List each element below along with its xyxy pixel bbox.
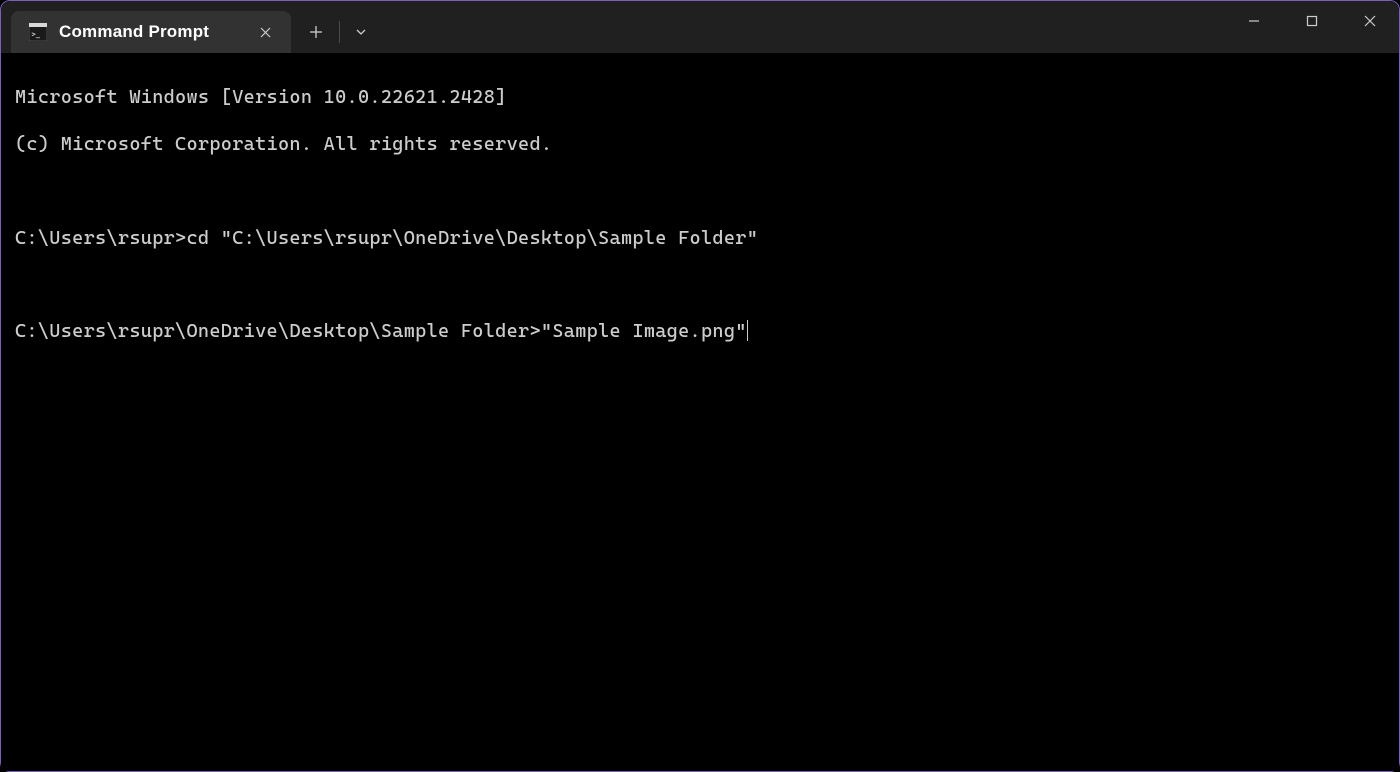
tab-dropdown-button[interactable] bbox=[342, 11, 380, 53]
text-cursor-icon bbox=[747, 320, 748, 341]
command-prompt-icon: >_ bbox=[29, 23, 47, 41]
active-tab[interactable]: >_ Command Prompt bbox=[11, 11, 291, 53]
terminal-current-input: "Sample Image.png" bbox=[541, 320, 747, 343]
new-tab-button[interactable] bbox=[295, 11, 337, 53]
terminal-output[interactable]: Microsoft Windows [Version 10.0.22621.24… bbox=[1, 53, 1399, 771]
svg-text:>_: >_ bbox=[32, 31, 41, 39]
maximize-button[interactable] bbox=[1283, 1, 1341, 41]
terminal-line-copyright: (c) Microsoft Corporation. All rights re… bbox=[15, 133, 1385, 156]
divider bbox=[339, 21, 340, 43]
tab-controls bbox=[295, 11, 380, 53]
terminal-prompt: C:\Users\rsupr\OneDrive\Desktop\Sample F… bbox=[15, 320, 541, 343]
tab-title: Command Prompt bbox=[59, 22, 241, 42]
tab-close-button[interactable] bbox=[253, 20, 277, 44]
window-close-button[interactable] bbox=[1341, 1, 1399, 41]
window-controls bbox=[1225, 1, 1399, 53]
titlebar: >_ Command Prompt bbox=[1, 1, 1399, 53]
terminal-line-cd-command: C:\Users\rsupr>cd "C:\Users\rsupr\OneDri… bbox=[15, 227, 1385, 250]
terminal-line-version: Microsoft Windows [Version 10.0.22621.24… bbox=[15, 86, 1385, 109]
terminal-blank-line bbox=[15, 180, 1385, 203]
terminal-current-line: C:\Users\rsupr\OneDrive\Desktop\Sample F… bbox=[15, 320, 1385, 343]
terminal-blank-line bbox=[15, 273, 1385, 296]
minimize-button[interactable] bbox=[1225, 1, 1283, 41]
